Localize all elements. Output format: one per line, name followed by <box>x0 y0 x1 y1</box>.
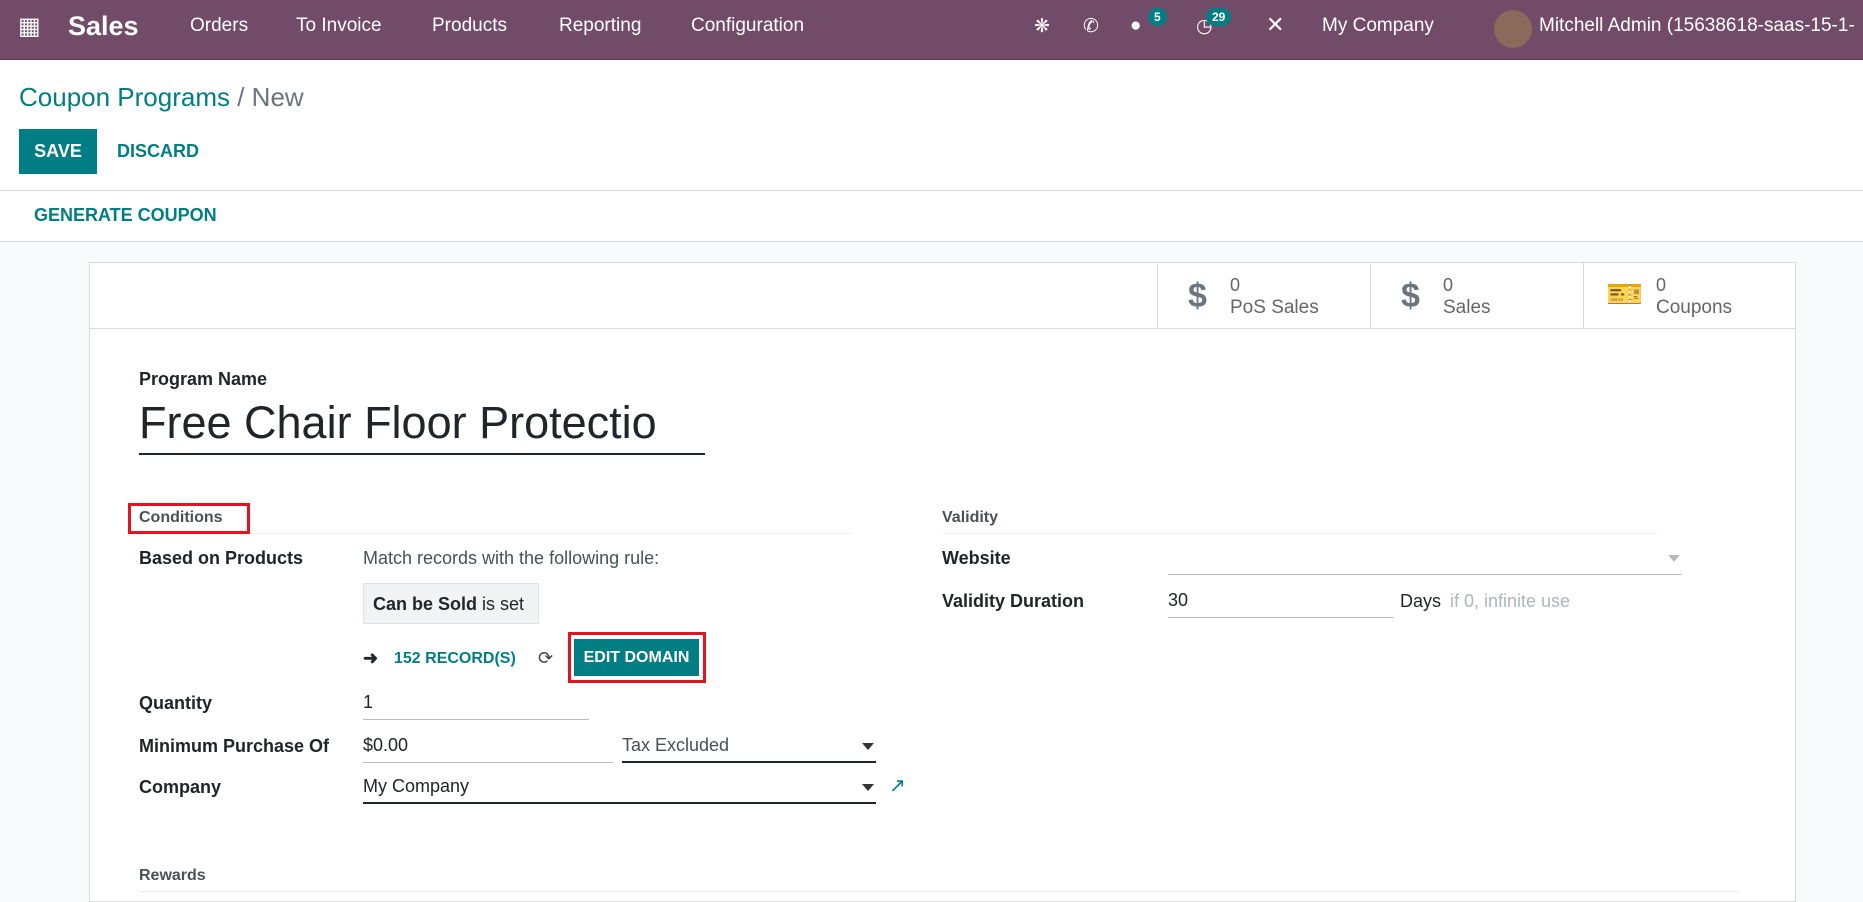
refresh-icon[interactable]: ⟳ <box>538 648 553 669</box>
dollar-icon: $ <box>1188 277 1207 315</box>
stat-sales-button[interactable]: $ 0 Sales <box>1370 263 1583 328</box>
website-select[interactable] <box>1168 543 1682 575</box>
tax-mode-value: Tax Excluded <box>622 735 730 755</box>
quantity-label: Quantity <box>139 693 213 713</box>
caret-down-icon <box>862 743 874 750</box>
minimum-purchase-label: Minimum Purchase Of <box>139 736 330 756</box>
menu-configuration[interactable]: Configuration <box>691 15 804 37</box>
activities-badge: 29 <box>1206 8 1232 26</box>
menu-products[interactable]: Products <box>432 15 507 37</box>
form-sheet: $ 0 PoS Sales $ 0 Sales 🎫 0 Coupons Prog… <box>89 262 1796 902</box>
generate-coupon-button[interactable]: GENERATE COUPON <box>34 205 217 226</box>
company-switcher[interactable]: My Company <box>1322 15 1434 37</box>
dollar-icon: $ <box>1401 277 1420 315</box>
company-label: Company <box>139 777 222 797</box>
caret-down-icon <box>862 784 874 791</box>
apps-menu-icon[interactable]: ▦ <box>18 12 41 41</box>
company-value: My Company <box>363 776 470 796</box>
user-menu[interactable]: Mitchell Admin (15638618-saas-15-1- <box>1539 15 1855 37</box>
stat-label: Coupons <box>1656 297 1733 318</box>
divider <box>0 190 1863 191</box>
highlight-box <box>568 632 706 683</box>
phone-icon[interactable]: ✆ <box>1083 15 1099 38</box>
rule-text: Match records with the following rule: <box>363 548 660 568</box>
stat-count: 0 <box>1443 275 1454 295</box>
menu-to-invoice[interactable]: To Invoice <box>296 15 382 37</box>
discard-button[interactable]: DISCARD <box>117 141 199 162</box>
tax-mode-select[interactable]: Tax Excluded <box>622 731 876 763</box>
menu-orders[interactable]: Orders <box>190 15 248 37</box>
based-on-products-label: Based on Products <box>139 548 304 568</box>
rule-operator: is set <box>482 594 525 614</box>
stat-count: 0 <box>1656 275 1667 295</box>
app-title[interactable]: Sales <box>68 11 139 42</box>
rewards-section-title: Rewards <box>139 867 1739 892</box>
validity-section-title: Validity <box>942 509 1658 534</box>
top-navbar: ▦ Sales Orders To Invoice Products Repor… <box>0 0 1863 60</box>
program-name-label: Program Name <box>139 369 268 389</box>
validity-duration-label: Validity Duration <box>942 591 1085 611</box>
program-name-input[interactable]: Free Chair Floor Protectio <box>139 397 705 455</box>
stat-count: 0 <box>1230 275 1241 295</box>
breadcrumb-parent[interactable]: Coupon Programs <box>19 82 230 112</box>
highlight-box <box>128 503 250 534</box>
stat-label: Sales <box>1443 297 1491 318</box>
records-count-link[interactable]: 152 RECORD(S) <box>394 650 516 668</box>
messages-badge: 5 <box>1148 8 1167 26</box>
duration-hint: if 0, infinite use <box>1450 591 1571 611</box>
divider <box>90 328 1795 329</box>
breadcrumb: Coupon Programs / New <box>19 82 304 113</box>
save-button[interactable]: SAVE <box>19 129 97 174</box>
domain-rule-chip[interactable]: Can be Sold is set <box>363 583 539 624</box>
stat-coupons-button[interactable]: 🎫 0 Coupons <box>1583 263 1796 328</box>
caret-down-icon <box>1668 555 1680 562</box>
stat-label: PoS Sales <box>1230 297 1319 318</box>
rule-field: Can be Sold <box>373 594 478 614</box>
validity-duration-input[interactable]: 30 <box>1168 586 1394 618</box>
ticket-icon: 🎫 <box>1606 278 1644 311</box>
company-select[interactable]: My Company <box>363 772 876 804</box>
quantity-input[interactable]: 1 <box>363 688 589 720</box>
control-panel: Coupon Programs / New SAVE DISCARD GENER… <box>0 60 1863 242</box>
breadcrumb-current: New <box>251 82 304 112</box>
chat-icon[interactable]: ● <box>1130 15 1141 37</box>
duration-unit: Days <box>1400 591 1442 611</box>
stat-pos-sales-button[interactable]: $ 0 PoS Sales <box>1157 263 1370 328</box>
menu-reporting[interactable]: Reporting <box>559 15 641 37</box>
external-link-icon[interactable]: ↗ <box>889 773 906 798</box>
breadcrumb-separator: / <box>230 82 252 112</box>
bug-icon[interactable]: ❋ <box>1034 15 1050 38</box>
arrow-right-icon: ➜ <box>363 648 379 668</box>
minimum-purchase-input[interactable]: $0.00 <box>363 731 613 763</box>
website-label: Website <box>942 548 1011 568</box>
tools-icon[interactable]: ✕ <box>1266 12 1284 38</box>
avatar[interactable] <box>1494 10 1532 48</box>
